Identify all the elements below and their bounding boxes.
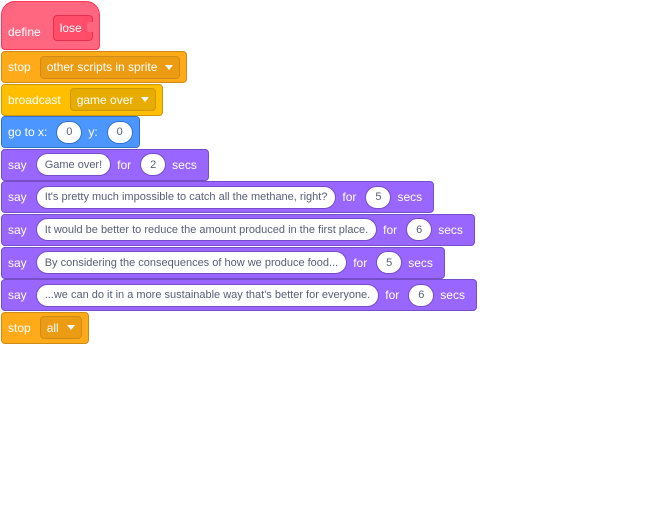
for-label: for <box>353 255 368 270</box>
secs-label: secs <box>172 157 197 172</box>
say-label: say <box>8 190 27 205</box>
y-input[interactable]: 0 <box>106 120 133 144</box>
script-stack[interactable]: define lose stop other scripts in sprite… <box>1 1 477 344</box>
for-label: for <box>342 190 357 205</box>
stop-label: stop <box>8 320 31 335</box>
chevron-down-icon <box>165 64 174 70</box>
for-label: for <box>383 222 398 237</box>
stop-option-dropdown[interactable]: other scripts in sprite <box>39 55 181 79</box>
for-label: for <box>117 157 132 172</box>
x-input[interactable]: 0 <box>56 120 83 144</box>
secs-label: secs <box>438 222 463 237</box>
y-label: y: <box>88 125 98 140</box>
say-text-input[interactable]: By considering the consequences of how w… <box>35 251 348 275</box>
say-for-secs-block[interactable]: say By considering the consequences of h… <box>1 246 445 279</box>
say-text-input[interactable]: It would be better to reduce the amount … <box>35 218 378 242</box>
secs-input[interactable]: 5 <box>365 185 392 209</box>
secs-input[interactable]: 6 <box>408 283 435 307</box>
say-for-secs-block[interactable]: say ...we can do it in a more sustainabl… <box>1 279 477 312</box>
stop-option-dropdown[interactable]: all <box>39 316 82 340</box>
say-label: say <box>8 157 27 172</box>
secs-label: secs <box>397 190 423 205</box>
broadcast-message-dropdown[interactable]: game over <box>69 88 157 112</box>
stop-option-value: all <box>46 320 59 335</box>
say-label: say <box>8 255 27 270</box>
say-text-input[interactable]: ...we can do it in a more sustainable wa… <box>35 283 380 307</box>
stop-label: stop <box>8 60 31 74</box>
secs-label: secs <box>408 255 433 270</box>
say-label: say <box>8 288 27 303</box>
broadcast-message-value: game over <box>76 92 134 107</box>
stop-all-block[interactable]: stop all <box>1 311 89 344</box>
chevron-down-icon <box>141 97 150 103</box>
say-text-input[interactable]: It's pretty much impossible to catch all… <box>35 185 337 209</box>
chevron-down-icon <box>66 325 75 331</box>
broadcast-block[interactable]: broadcast game over <box>1 83 164 116</box>
say-for-secs-block[interactable]: say Game over! for 2 secs <box>1 148 209 181</box>
secs-input[interactable]: 2 <box>140 153 167 177</box>
say-for-secs-block[interactable]: say It would be better to reduce the amo… <box>1 213 475 246</box>
go-to-label: go to x: <box>8 125 48 140</box>
say-label: say <box>8 222 27 237</box>
for-label: for <box>385 288 400 303</box>
secs-label: secs <box>440 288 465 303</box>
broadcast-label: broadcast <box>8 92 61 107</box>
define-name[interactable]: lose <box>52 15 93 41</box>
say-text-input[interactable]: Game over! <box>35 153 112 177</box>
stop-other-scripts-block[interactable]: stop other scripts in sprite <box>1 51 188 83</box>
secs-input[interactable]: 6 <box>406 218 433 242</box>
say-for-secs-block[interactable]: say It's pretty much impossible to catch… <box>1 181 435 214</box>
secs-input[interactable]: 5 <box>376 251 403 275</box>
define-label: define <box>8 25 41 39</box>
go-to-xy-block[interactable]: go to x: 0 y: 0 <box>1 116 140 149</box>
define-block[interactable]: define lose <box>1 1 100 50</box>
stop-option-value: other scripts in sprite <box>46 60 158 74</box>
